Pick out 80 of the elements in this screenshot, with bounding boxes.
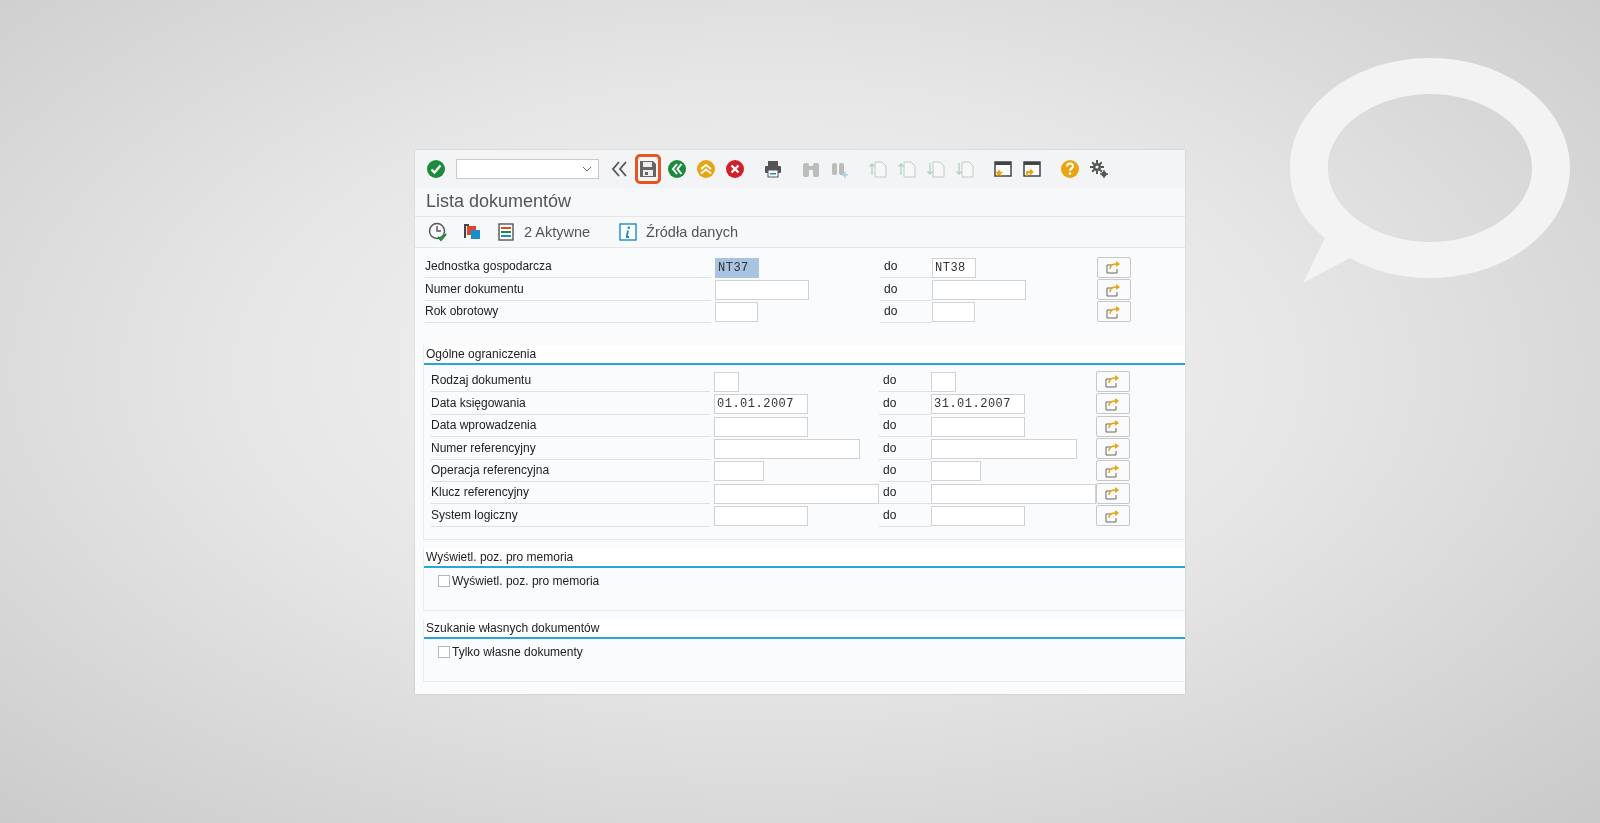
field-label: Data wprowadzenia [431, 415, 710, 438]
multiple-selection-button[interactable] [1096, 393, 1130, 415]
input-field[interactable] [932, 302, 975, 323]
input-field[interactable] [714, 506, 808, 527]
input-field[interactable] [714, 461, 764, 482]
arrow-box-icon [1105, 486, 1121, 501]
info-icon [618, 222, 639, 242]
field-label: Numer dokumentu [425, 278, 711, 301]
input-field[interactable] [932, 280, 1026, 301]
input-field[interactable]: NT38 [932, 257, 976, 278]
command-field[interactable] [456, 159, 599, 179]
section-header: Ogólne ograniczenia [424, 345, 1185, 366]
toolbar-button[interactable] [635, 154, 661, 184]
clock-check-icon [428, 222, 448, 242]
multiple-selection-button[interactable] [1096, 415, 1130, 437]
field-label: Rodzaj dokumentu [431, 370, 710, 393]
arrow-box-icon [1105, 396, 1121, 411]
input-field[interactable] [714, 416, 808, 437]
section-header: Szukanie własnych dokumentów [424, 618, 1185, 639]
up-icon [696, 159, 716, 179]
field-label: Numer referencyjny [431, 437, 710, 460]
checkbox[interactable] [438, 574, 450, 587]
section-header: Wyświetl. poz. pro memoria [424, 547, 1185, 568]
input-field[interactable] [931, 371, 956, 392]
multiple-selection-button[interactable] [1096, 370, 1130, 392]
arrow-box-icon [1106, 282, 1122, 297]
input-field[interactable] [714, 483, 879, 504]
input-field[interactable] [715, 302, 758, 323]
arrow-box-icon [1105, 374, 1121, 389]
toolbar-button[interactable]: 2 Aktywne [493, 220, 594, 244]
field-label: Klucz referencyjny [431, 482, 710, 505]
list-icon [496, 222, 516, 242]
input-field[interactable] [931, 461, 981, 482]
multiple-selection-button[interactable] [1097, 256, 1131, 278]
input-field[interactable]: 31.01.2007 [931, 394, 1025, 415]
arrow-box-icon [1105, 419, 1121, 434]
arrow-box-icon [1106, 260, 1122, 275]
input-field[interactable] [714, 439, 860, 460]
input-field[interactable] [714, 371, 739, 392]
save-icon [638, 159, 658, 179]
arrow-box-icon [1105, 463, 1121, 478]
checkbox-label[interactable]: Tylko własne dokumenty [438, 644, 583, 659]
caret-icon [582, 166, 592, 172]
checkbox-label[interactable]: Wyświetl. poz. pro memoria [438, 573, 600, 588]
help-icon [1060, 159, 1080, 179]
checkmark-icon [426, 159, 446, 179]
input-field[interactable] [715, 280, 809, 301]
page-down-icon [955, 159, 975, 179]
arrow-box-icon [1105, 508, 1121, 523]
input-field[interactable] [931, 439, 1077, 460]
back-icon [667, 159, 687, 179]
arrow-box-icon [1106, 304, 1122, 319]
multiple-selection-button[interactable] [1096, 460, 1130, 482]
screen-title: Lista dokumentów [415, 188, 1185, 217]
input-field[interactable]: 01.01.2007 [714, 394, 808, 415]
double-chevron-icon [609, 159, 629, 179]
field-label: Jednostka gospodarcza [425, 256, 711, 279]
checkbox[interactable] [438, 645, 450, 658]
printer-icon [763, 159, 783, 179]
multiple-selection-button[interactable] [1097, 279, 1131, 301]
input-field[interactable] [931, 506, 1025, 527]
copy-icon [462, 222, 482, 242]
field-label: Operacja referencyjna [431, 459, 710, 482]
multiple-selection-button[interactable] [1096, 505, 1130, 527]
input-field[interactable] [931, 483, 1096, 504]
multiple-selection-button[interactable] [1096, 438, 1130, 460]
cancel-icon [725, 159, 745, 179]
page-up-icon [868, 159, 888, 179]
input-field[interactable] [931, 416, 1025, 437]
page-down-icon [926, 159, 946, 179]
page-up-icon [897, 159, 917, 179]
arrow-box-icon [1105, 441, 1121, 456]
multiple-selection-button[interactable] [1096, 482, 1130, 504]
settings-icon [1089, 159, 1109, 179]
multiple-selection-button[interactable] [1097, 301, 1131, 323]
input-field[interactable]: NT37 [715, 257, 759, 278]
field-label: Data księgowania [431, 392, 710, 415]
toolbar-button[interactable]: Źródła danych [615, 220, 741, 244]
field-label: Rok obrotowy [425, 300, 711, 323]
field-label: System logiczny [431, 504, 710, 527]
